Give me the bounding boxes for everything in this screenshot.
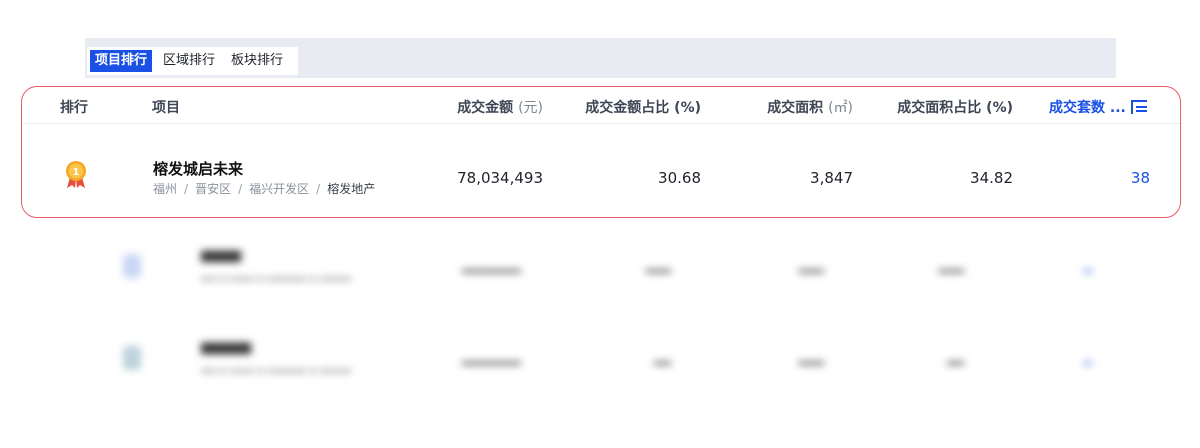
project-location-breadcrumb: 福州 / 晋安区 / 福兴开发区 / 榕发地产	[153, 182, 376, 196]
table-row: ▆▆▆▆▆ ▂▂ ▂ ▂▂▂ ▂ ▂▂▂▂▂ ▂ ▂▂▂▂ ▂▂▂▂▂▂▂ ▂▂…	[85, 316, 1116, 408]
header-amount[interactable]: 成交金额 (元)	[457, 97, 543, 117]
deal-amount: 78,034,493	[457, 169, 543, 187]
deal-units[interactable]: 38	[1131, 169, 1150, 187]
crumb-zone: 福兴开发区	[249, 182, 310, 196]
header-divider	[22, 123, 1180, 124]
highlighted-ranking-card: 排行 项目 成交金额 (元) 成交金额占比 (%) 成交面积 (㎡) 成交面积占…	[21, 86, 1181, 218]
rank-placeholder-icon	[123, 254, 141, 278]
tab-project-ranking[interactable]: 项目排行	[90, 50, 153, 72]
rank-placeholder-icon	[123, 346, 141, 370]
tab-region-ranking[interactable]: 区域排行	[158, 50, 220, 72]
medal-rank: 1	[73, 167, 80, 178]
crumb-district: 晋安区	[195, 182, 232, 196]
deal-area-share: 34.82	[970, 169, 1013, 187]
gold-medal-icon: 1	[66, 161, 86, 188]
deal-amount-share: 30.68	[658, 169, 701, 187]
header-project: 项目	[152, 100, 180, 116]
header-units[interactable]: 成交套数 ...	[1049, 97, 1147, 117]
header-amount-share[interactable]: 成交金额占比 (%)	[585, 97, 701, 117]
ranking-tabs: 项目排行 区域排行 板块排行	[87, 47, 299, 75]
tab-block-ranking[interactable]: 板块排行	[226, 50, 288, 72]
table-row: ▆▆▆▆ ▂▂ ▂ ▂▂▂ ▂ ▂▂▂▂▂ ▂ ▂▂▂▂ ▂▂▂▂▂▂▂ ▂▂▂…	[85, 224, 1116, 316]
sort-filter-icon[interactable]	[1130, 100, 1147, 114]
header-area-share[interactable]: 成交面积占比 (%)	[897, 97, 1013, 117]
tab-bar: 项目排行 区域排行 板块排行	[85, 38, 1116, 78]
blurred-rows: ▆▆▆▆ ▂▂ ▂ ▂▂▂ ▂ ▂▂▂▂▂ ▂ ▂▂▂▂ ▂▂▂▂▂▂▂ ▂▂▂…	[0, 224, 1200, 448]
crumb-developer: 榕发地产	[327, 182, 376, 196]
header-rank: 排行	[60, 100, 88, 116]
crumb-city: 福州	[153, 182, 178, 196]
deal-area: 3,847	[810, 169, 853, 187]
project-name[interactable]: 榕发城启未来	[153, 158, 243, 179]
header-area[interactable]: 成交面积 (㎡)	[767, 97, 853, 117]
